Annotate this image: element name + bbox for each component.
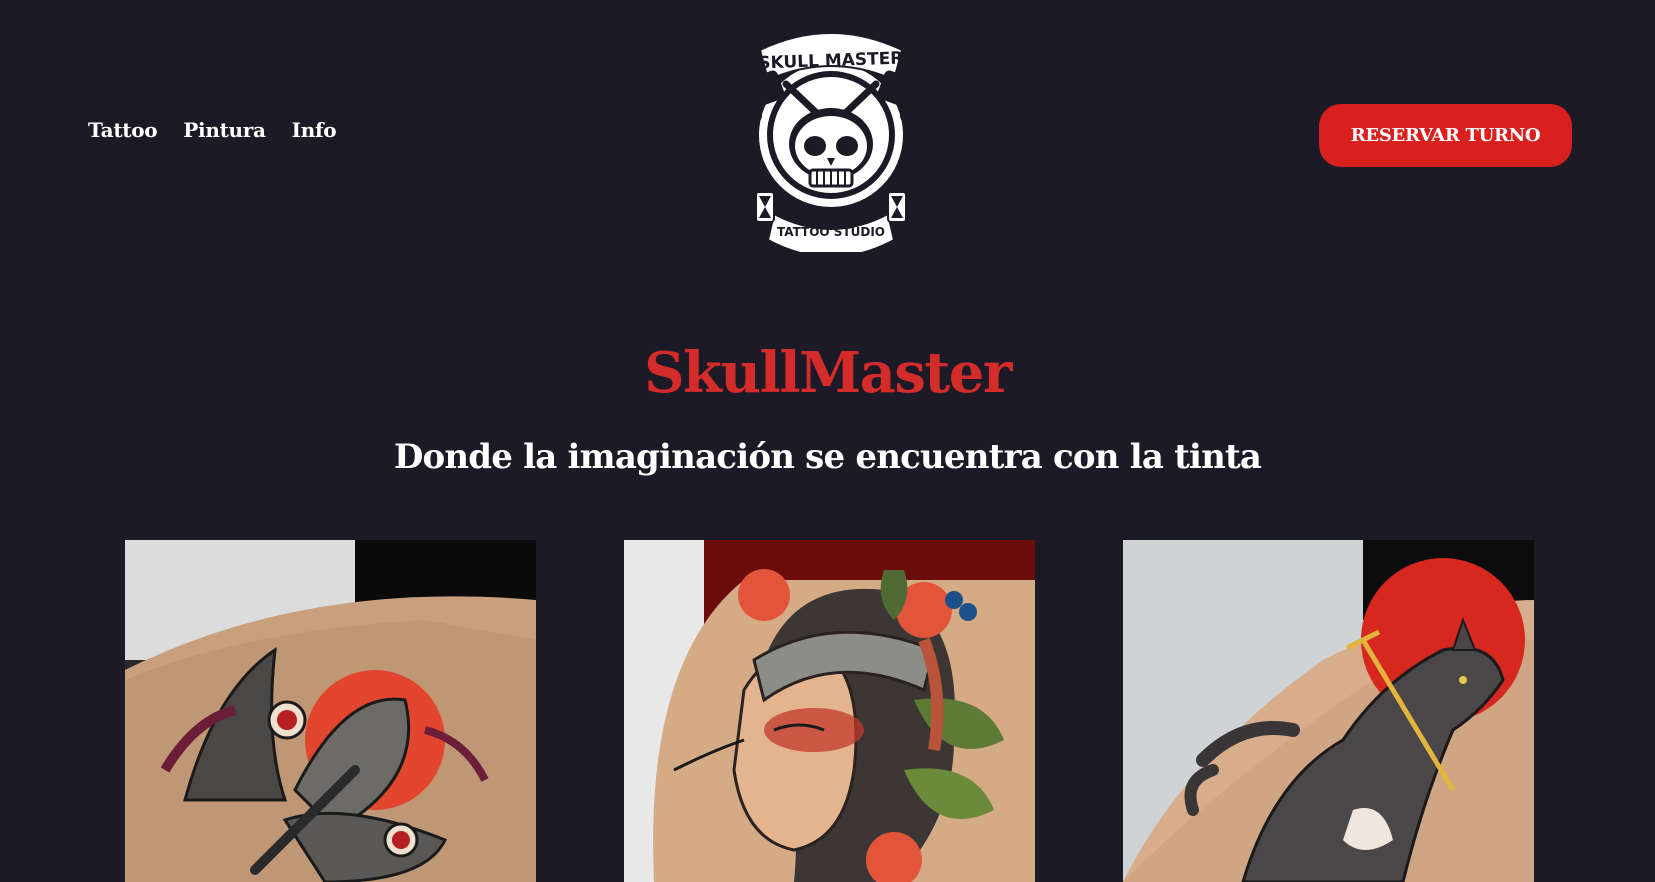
page: Tattoo Pintura Info SKULL MASTER TATTOO … xyxy=(0,0,1655,882)
portrait-tattoo-image xyxy=(624,540,1035,882)
moth-tattoo-image xyxy=(125,540,536,882)
wolf-tattoo-image xyxy=(1123,540,1534,882)
page-subtitle: Donde la imaginación se encuentra con la… xyxy=(393,437,1262,477)
gallery-card-wolf[interactable] xyxy=(1123,540,1534,882)
skull-logo-icon: SKULL MASTER TATTOO STUDIO xyxy=(745,32,917,258)
skull-master-logo[interactable]: SKULL MASTER TATTOO STUDIO xyxy=(742,22,920,258)
nav-item-info[interactable]: Info xyxy=(292,118,337,142)
reserve-appointment-button[interactable]: RESERVAR TURNO xyxy=(1319,104,1572,167)
page-title: SkullMaster xyxy=(644,340,1012,406)
nav-item-tattoo[interactable]: Tattoo xyxy=(88,118,158,142)
svg-text:TATTOO STUDIO: TATTOO STUDIO xyxy=(777,225,885,239)
nav-item-pintura[interactable]: Pintura xyxy=(183,118,266,142)
gallery-card-portrait[interactable] xyxy=(624,540,1035,882)
gallery-card-moth[interactable] xyxy=(125,540,536,882)
main-nav: Tattoo Pintura Info xyxy=(88,118,337,142)
